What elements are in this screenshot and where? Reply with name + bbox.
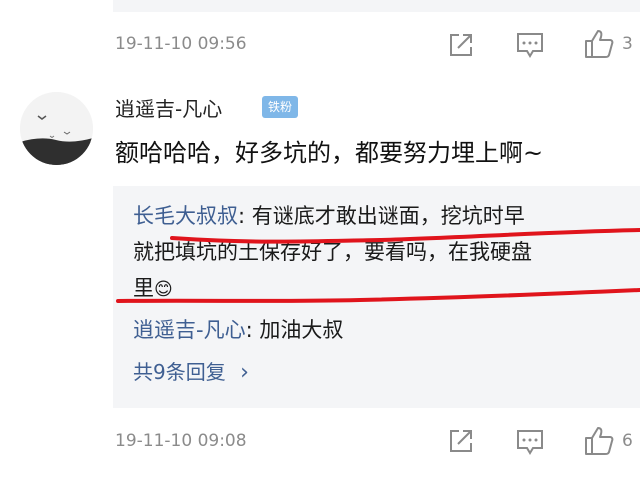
like-count: 6 — [622, 431, 633, 451]
comment-timestamp: 19-11-10 09:08 — [115, 431, 247, 451]
like-icon[interactable] — [584, 426, 614, 460]
comment-icon[interactable] — [516, 429, 544, 459]
red-underline-annotation — [116, 228, 640, 303]
share-icon[interactable] — [447, 427, 475, 459]
